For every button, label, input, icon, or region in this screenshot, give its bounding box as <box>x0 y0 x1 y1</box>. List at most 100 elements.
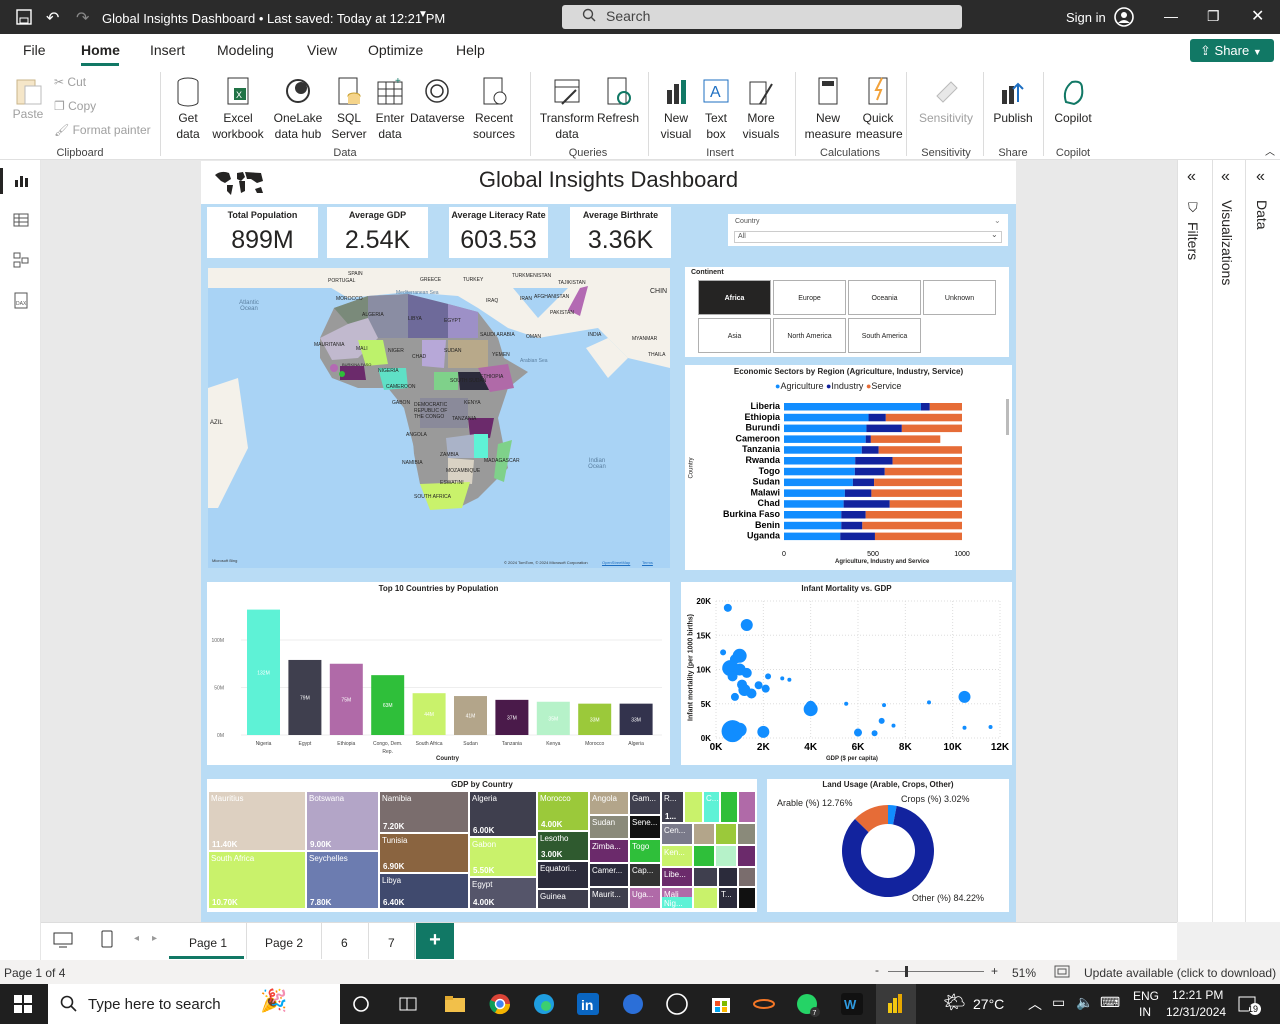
treemap-tile[interactable]: Uga... <box>630 888 660 908</box>
treemap-tile[interactable]: Cen... <box>662 824 692 844</box>
zoom-slider-thumb[interactable] <box>905 966 908 977</box>
model-view-icon[interactable] <box>13 252 29 271</box>
menu-view[interactable]: View <box>307 42 337 58</box>
network-icon[interactable]: ▭ <box>1052 994 1065 1011</box>
edge-icon[interactable] <box>533 993 555 1018</box>
wattpad-icon[interactable]: W <box>841 993 863 1018</box>
continent-unknown-button[interactable]: Unknown <box>923 280 996 315</box>
publish-button[interactable]: Publish <box>990 76 1036 126</box>
onelake-button[interactable]: OneLake data hub <box>268 76 328 142</box>
zoom-in-icon[interactable]: + <box>991 964 998 978</box>
zoom-out-icon[interactable]: - <box>875 963 879 977</box>
new-measure-button[interactable]: New measure <box>802 76 854 142</box>
treemap-tile[interactable]: Angola <box>590 792 628 814</box>
continent-asia-button[interactable]: Asia <box>698 318 771 353</box>
treemap-tile[interactable]: Namibia 7.20K <box>380 792 468 832</box>
weather-icon[interactable]: 🌤 <box>943 992 966 1013</box>
file-explorer-icon[interactable] <box>444 994 466 1017</box>
tab-page-6[interactable]: 6 <box>321 923 368 959</box>
menu-modeling[interactable]: Modeling <box>217 42 274 58</box>
jupyter-icon[interactable] <box>753 993 775 1018</box>
excel-workbook-button[interactable]: X Excel workbook <box>210 76 266 142</box>
windows-start-icon[interactable] <box>14 995 32 1016</box>
treemap-tile[interactable]: Maurit... <box>590 888 628 908</box>
sql-server-button[interactable]: SQL Server <box>330 76 368 142</box>
treemap-tile-small[interactable] <box>739 888 755 908</box>
treemap-tile[interactable]: Tunisia 6.90K <box>380 834 468 872</box>
mobile-layout-icon[interactable] <box>101 930 113 951</box>
transform-data-button[interactable]: Transform data <box>538 76 596 142</box>
continent-north-america-button[interactable]: North America <box>773 318 846 353</box>
scroll-right-icon[interactable]: ▸ <box>152 933 157 944</box>
copy-button[interactable]: ❐ Copy <box>54 98 96 114</box>
enter-data-button[interactable]: + Enter data <box>372 76 408 142</box>
text-box-button[interactable]: A Text box <box>698 76 734 142</box>
quick-measure-button[interactable]: Quick measure <box>856 76 903 142</box>
treemap-tile[interactable]: Seychelles 7.80K <box>307 852 378 908</box>
treemap-tile-small[interactable] <box>694 868 717 886</box>
app-icon[interactable] <box>622 993 644 1018</box>
chart-scrollbar[interactable] <box>1006 399 1009 435</box>
map-visual[interactable]: SPAIN PORTUGAL GREECE TURKEY TURKMENISTA… <box>208 268 670 568</box>
language-secondary[interactable]: IN <box>1139 1005 1151 1019</box>
continent-europe-button[interactable]: Europe <box>773 280 846 315</box>
treemap-tile[interactable]: Gam... <box>630 792 660 814</box>
update-available-link[interactable]: Update available (click to download) <box>1084 966 1276 980</box>
treemap-tile-small[interactable] <box>739 868 755 886</box>
expand-data-icon[interactable]: « <box>1256 168 1265 186</box>
treemap-tile-small[interactable] <box>685 792 702 822</box>
country-slicer[interactable]: Country ⌄ All ⌄ <box>728 214 1008 246</box>
expand-filters-icon[interactable]: « <box>1187 168 1196 186</box>
treemap-tile[interactable]: C... <box>704 792 719 822</box>
table-view-icon[interactable] <box>13 212 29 231</box>
treemap-tile[interactable]: Libe... <box>662 868 692 886</box>
clock-date[interactable]: 12/31/2024 <box>1166 1005 1226 1019</box>
sensitivity-button[interactable]: Sensitivity <box>914 76 978 126</box>
minimize-icon[interactable]: — <box>1164 8 1178 24</box>
whatsapp-icon[interactable]: 7 <box>796 993 820 1020</box>
chrome-icon[interactable] <box>489 993 511 1018</box>
treemap-tile-small[interactable] <box>716 824 736 844</box>
get-data-button[interactable]: Get data <box>168 76 208 142</box>
menu-optimize[interactable]: Optimize <box>368 42 423 58</box>
treemap-tile[interactable]: Algeria 6.00K <box>470 792 536 836</box>
treemap-tile[interactable]: Camer... <box>590 864 628 886</box>
treemap-tile[interactable]: Sene... <box>630 816 660 838</box>
menu-insert[interactable]: Insert <box>150 42 185 58</box>
redo-icon[interactable]: ↷ <box>76 8 89 28</box>
treemap-tile[interactable]: Equatori... <box>538 862 588 888</box>
close-icon[interactable]: ✕ <box>1251 6 1264 26</box>
tab-page-7[interactable]: 7 <box>368 923 415 959</box>
treemap-tile[interactable]: Botswana 9.00K <box>307 792 378 850</box>
filters-pane[interactable]: « ⛉ Filters <box>1177 160 1212 922</box>
widgets-icon[interactable] <box>399 995 417 1016</box>
treemap-tile-small[interactable] <box>739 792 755 822</box>
task-view-icon[interactable] <box>352 995 370 1016</box>
sign-in-link[interactable]: Sign in <box>1066 10 1106 25</box>
country-dropdown[interactable]: All ⌄ <box>734 230 1002 243</box>
treemap-tile[interactable]: Morocco 4.00K <box>538 792 588 830</box>
continent-oceania-button[interactable]: Oceania <box>848 280 921 315</box>
treemap-tile[interactable]: Gabon 5.50K <box>470 838 536 876</box>
dataverse-button[interactable]: Dataverse <box>410 76 465 126</box>
recent-sources-button[interactable]: Recent sources <box>466 76 522 142</box>
show-hidden-icons[interactable]: ︿ <box>1028 994 1042 1014</box>
store-icon[interactable] <box>710 993 732 1018</box>
title-dropdown-icon[interactable]: ▼ <box>418 9 428 20</box>
continent-africa-button[interactable]: Africa <box>698 280 771 315</box>
treemap-tile[interactable]: Egypt 4.00K <box>470 878 536 908</box>
treemap-tile[interactable]: Zimba... <box>590 840 628 862</box>
volume-icon[interactable]: 🔈 <box>1076 994 1093 1011</box>
linkedin-icon[interactable]: in <box>577 993 599 1018</box>
treemap-tile[interactable]: South Africa 10.70K <box>209 852 305 908</box>
menu-file[interactable]: File <box>23 42 46 58</box>
paste-button[interactable]: Paste <box>12 76 44 124</box>
share-button[interactable]: ⇪ Share ▼ <box>1190 39 1274 62</box>
treemap-tile[interactable]: Ken... <box>662 846 692 866</box>
scroll-left-icon[interactable]: ◂ <box>134 933 139 944</box>
maximize-icon[interactable]: ❐ <box>1207 8 1220 25</box>
osm-link[interactable]: OpenStreetMap <box>602 560 630 565</box>
treemap-tile[interactable]: Libya 6.40K <box>380 874 468 908</box>
power-bi-taskbar-item[interactable] <box>876 984 916 1024</box>
menu-home[interactable]: Home <box>81 42 120 58</box>
